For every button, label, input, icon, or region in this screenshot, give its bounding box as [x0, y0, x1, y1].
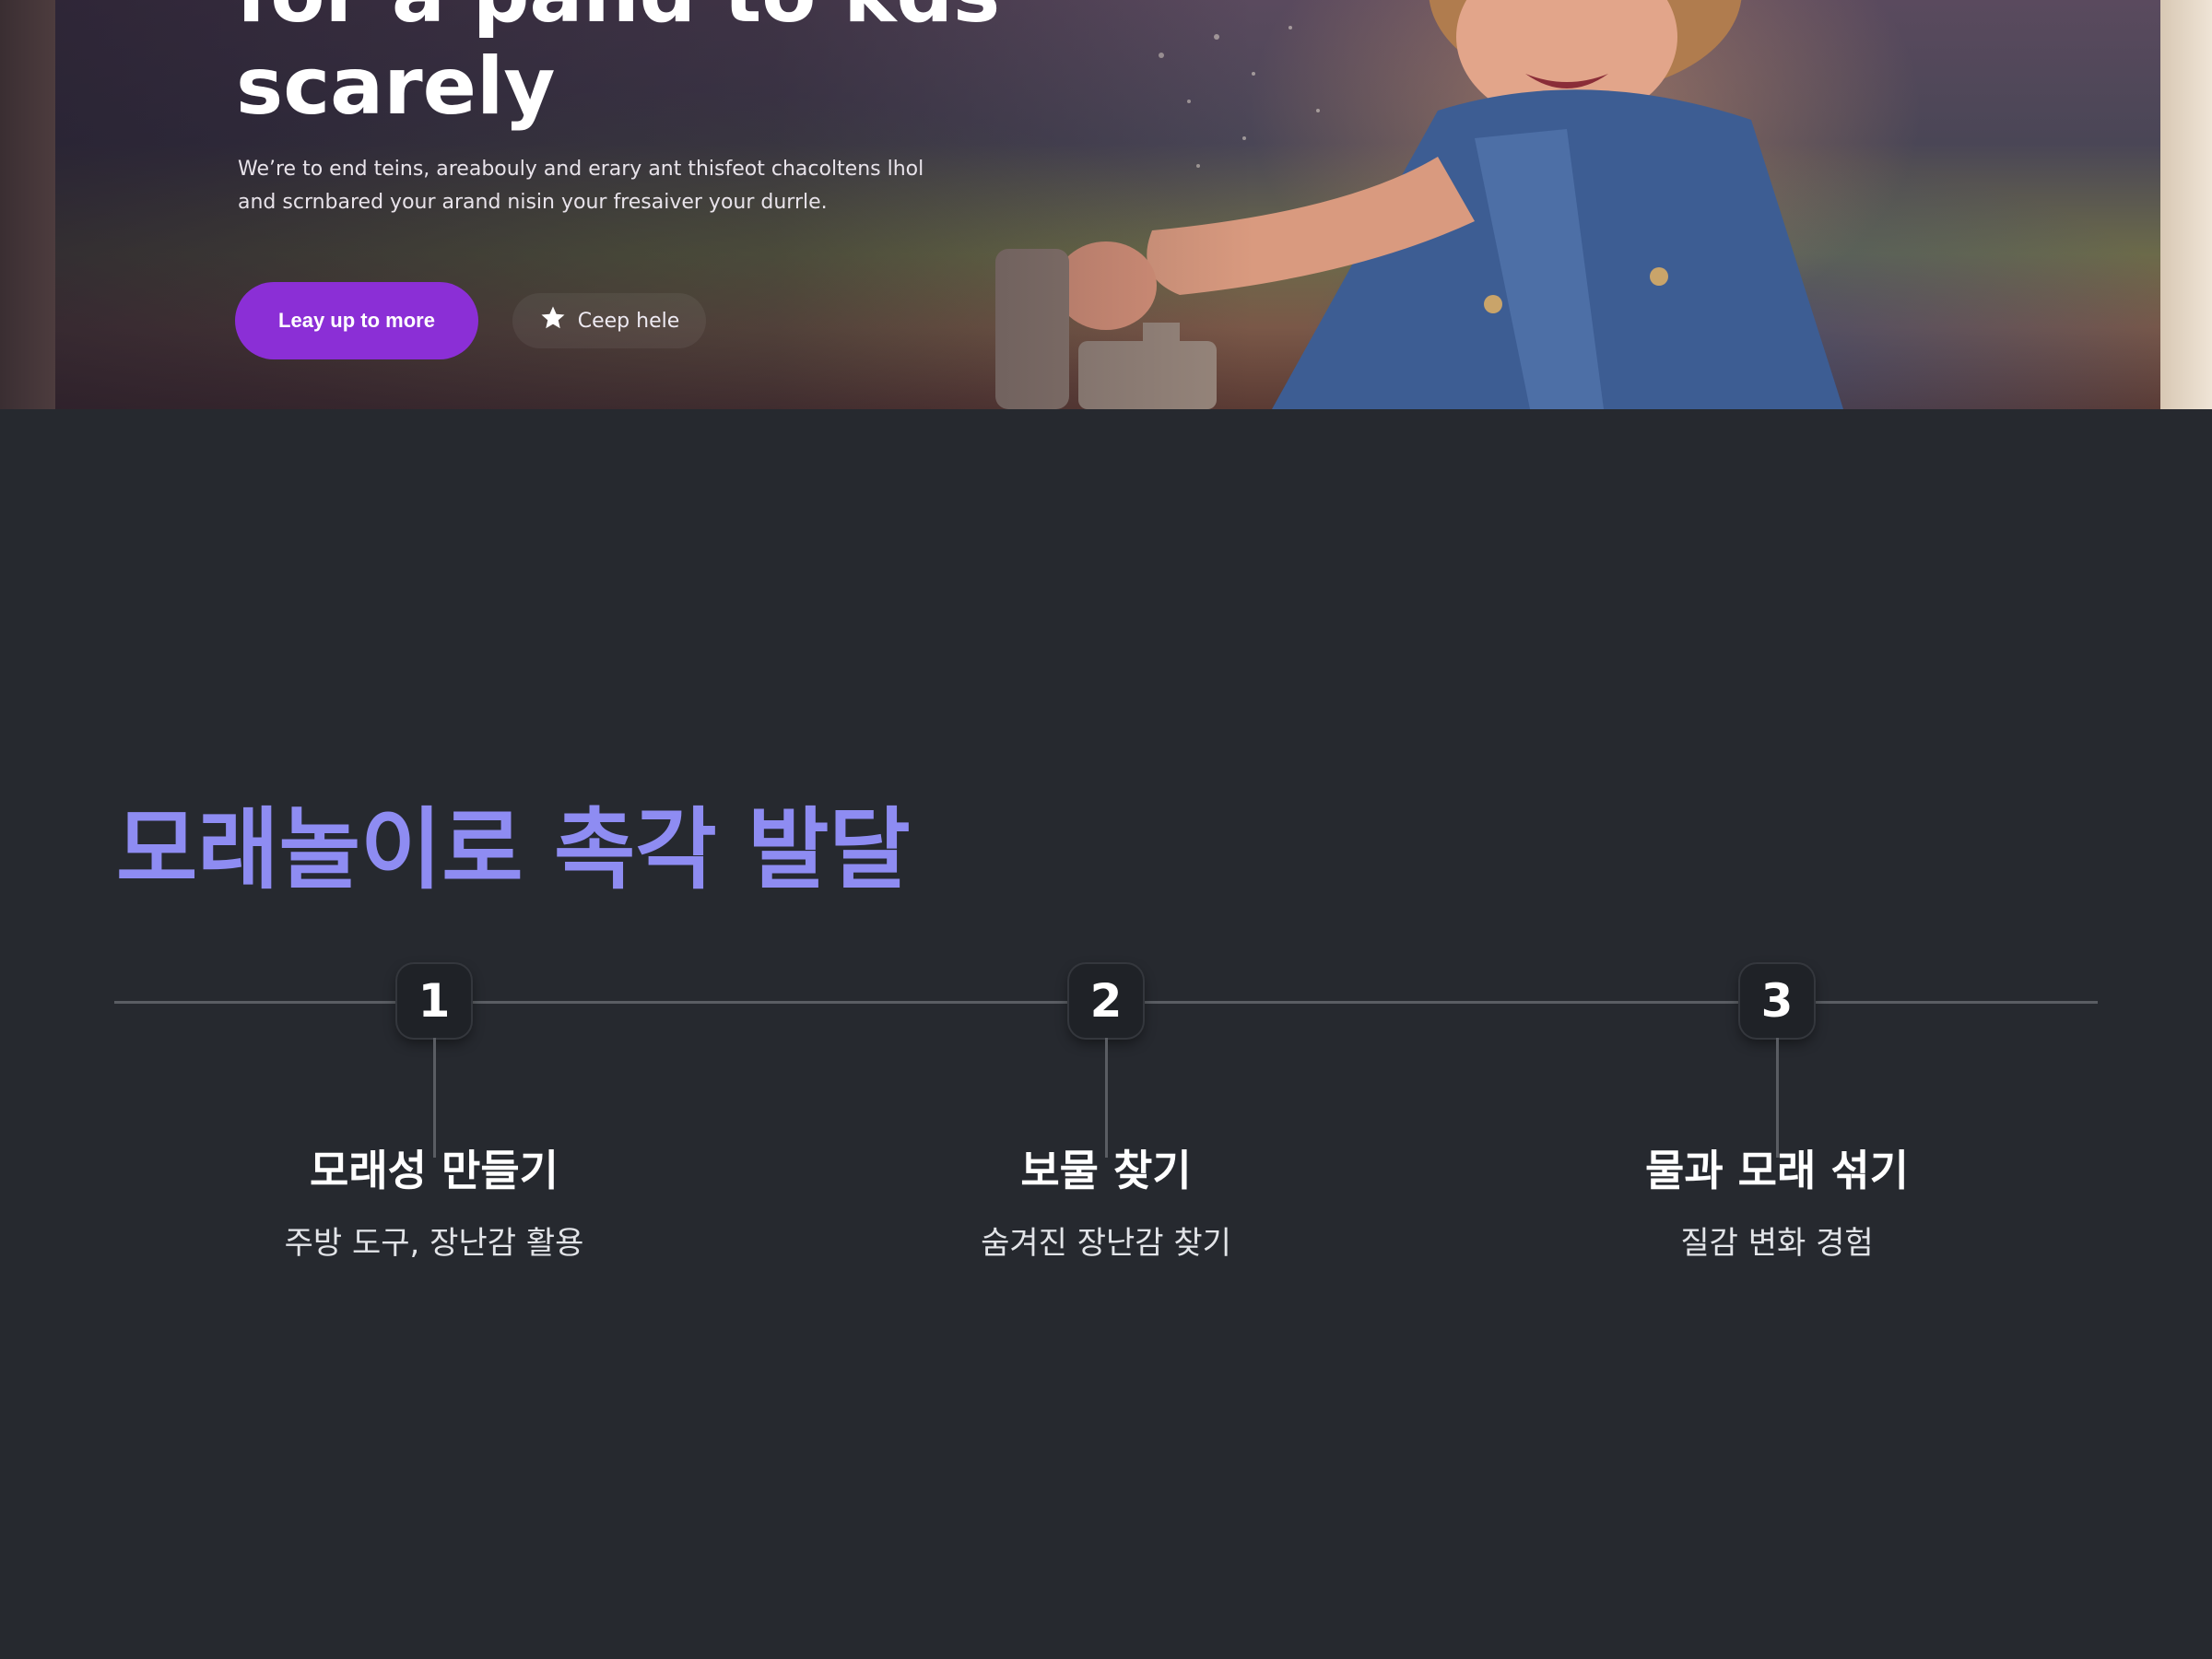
step-title: 모래성 만들기: [310, 1146, 559, 1195]
hero-photo-frame-right: [2160, 0, 2212, 409]
hero-photo-frame-left: [0, 0, 55, 409]
step-description: 숨겨진 장난감 찾기: [981, 1225, 1231, 1262]
step-title: 물과 모래 섞기: [1645, 1146, 1909, 1195]
hero-heading-line1: for a pand to kds: [236, 0, 1000, 41]
secondary-cta-label: Ceep hele: [577, 309, 680, 333]
step-connector: [1105, 1038, 1108, 1158]
step-number-badge: 1: [397, 964, 471, 1038]
step-description: 주방 도구, 장난감 활용: [284, 1225, 584, 1262]
step-title: 보물 찾기: [1020, 1146, 1192, 1195]
hero-heading-line2: scarely: [236, 41, 556, 133]
hero-heading: for a pand to kds scarely: [236, 0, 1065, 133]
section-title: 모래놀이로 촉각 발달: [116, 798, 911, 901]
primary-cta-button[interactable]: Leay up to more: [235, 282, 478, 359]
step-number-badge: 3: [1740, 964, 1814, 1038]
secondary-cta-button[interactable]: Ceep hele: [512, 293, 706, 348]
star-icon: [539, 304, 567, 337]
step-description: 질감 변화 경험: [1680, 1225, 1874, 1262]
hero-description-line1: We’re to end teins, areabouly and erary …: [238, 158, 924, 181]
step-connector: [433, 1038, 436, 1158]
hero-description-line2: and scrnbared your arand nisin your fres…: [238, 191, 828, 214]
step-number-badge: 2: [1069, 964, 1143, 1038]
step-connector: [1776, 1038, 1779, 1158]
hero-description: We’re to end teins, areabouly and erary …: [238, 153, 957, 219]
hero-banner: for a pand to kds scarely We’re to end t…: [0, 0, 2212, 409]
